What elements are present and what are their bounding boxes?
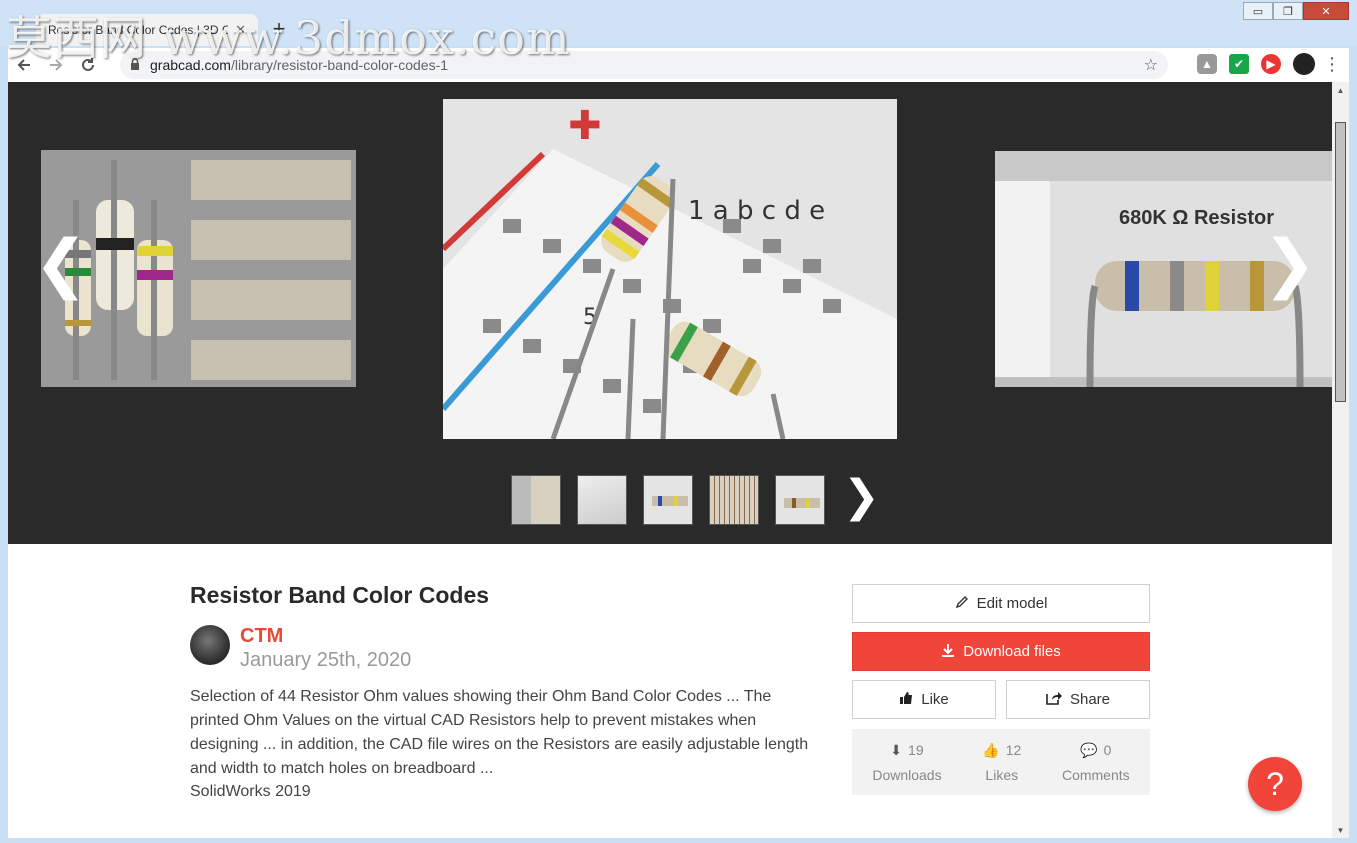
scroll-down-icon[interactable]: ▼ — [1332, 822, 1349, 838]
downloads-label: Downloads — [872, 766, 942, 783]
author-block: CTM January 25th, 2020 — [190, 625, 411, 673]
download-icon — [941, 643, 955, 661]
model-title: Resistor Band Color Codes — [190, 582, 490, 608]
tab-strip: Resistor Band Color Codes | 3D CAD Model… — [0, 0, 1357, 46]
likes-label: Likes — [985, 766, 1019, 783]
forward-button[interactable] — [40, 49, 72, 81]
download-files-label: Download files — [963, 643, 1061, 660]
page-scrollbar[interactable]: ▲ ▼ — [1332, 82, 1349, 838]
gallery-slide-current[interactable]: ✚ 1 a b c d e 5 — [443, 99, 897, 439]
profile-avatar-icon[interactable] — [1293, 53, 1315, 75]
browser-window: Resistor Band Color Codes | 3D CAD Model… — [0, 0, 1357, 843]
likes-count: 12 — [1005, 741, 1022, 758]
reload-button[interactable] — [72, 49, 104, 81]
close-window-button[interactable]: ✕ — [1303, 2, 1349, 20]
model-date: January 25th, 2020 — [240, 649, 412, 671]
author-name-link[interactable]: CTM — [240, 625, 411, 647]
stat-comments: 💬 0 Comments — [1062, 742, 1130, 783]
tab-title: Resistor Band Color Codes | 3D CAD Model… — [48, 23, 228, 37]
stat-likes: 👍 12 Likes — [982, 742, 1021, 783]
page-content: ✚ 1 a b c d e 5 680K Ω Resistor ❮ ❯ ❯ Re… — [8, 82, 1332, 838]
help-button[interactable]: ? — [1248, 757, 1302, 811]
image-gallery: ✚ 1 a b c d e 5 680K Ω Resistor ❮ ❯ ❯ — [8, 82, 1332, 544]
stat-downloads: ⬇ 19 Downloads — [872, 742, 941, 783]
thumbnails-next-button[interactable]: ❯ — [843, 475, 880, 519]
close-tab-icon[interactable]: ✕ — [235, 22, 246, 38]
model-description: Selection of 44 Resistor Ohm values show… — [190, 688, 809, 777]
extensions-area: ▲ ✔ ▶ ⋮ — [1197, 53, 1341, 75]
thumbnail-2[interactable] — [577, 475, 627, 525]
downloads-count: 19 — [908, 741, 924, 758]
thumbnail-strip — [511, 475, 825, 525]
like-button[interactable]: Like — [852, 680, 996, 719]
url-path: /library/resistor-band-color-codes-1 — [230, 57, 449, 73]
browser-menu-icon[interactable]: ⋮ — [1323, 54, 1341, 74]
comments-label: Comments — [1061, 766, 1130, 783]
back-button[interactable] — [8, 49, 40, 81]
minimize-button[interactable]: ▭ — [1243, 2, 1273, 20]
browser-toolbar: grabcad.com/library/resistor-band-color-… — [8, 48, 1349, 82]
gallery-prev-button[interactable]: ❮ — [34, 232, 88, 296]
restore-button[interactable]: ❐ — [1273, 2, 1303, 20]
check-extension-icon[interactable]: ✔ — [1229, 54, 1249, 74]
lock-icon — [130, 57, 140, 73]
reload-icon — [82, 58, 94, 71]
download-files-button[interactable]: Download files — [852, 632, 1150, 671]
thumbnail-1[interactable] — [511, 475, 561, 525]
author-avatar[interactable] — [190, 625, 230, 665]
thumbnail-5[interactable] — [775, 475, 825, 525]
address-bar[interactable]: grabcad.com/library/resistor-band-color-… — [120, 51, 1168, 79]
browser-tab[interactable]: Resistor Band Color Codes | 3D CAD Model… — [36, 14, 258, 46]
gallery-slide-previous[interactable] — [41, 150, 356, 387]
scroll-up-icon[interactable]: ▲ — [1332, 82, 1349, 98]
model-details: Resistor Band Color Codes CTM January 25… — [190, 582, 810, 800]
right-slide-caption: 680K Ω Resistor — [1119, 207, 1274, 229]
model-software: SolidWorks 2019 — [190, 783, 311, 800]
model-actions: Edit model Download files Like Share ⬇ 1… — [852, 584, 1150, 795]
thumbs-up-icon — [899, 691, 913, 709]
gallery-next-button[interactable]: ❯ — [1263, 232, 1317, 296]
pencil-icon — [955, 595, 969, 613]
share-label: Share — [1069, 691, 1111, 708]
likes-count-icon: 👍 — [982, 741, 1000, 758]
record-extension-icon[interactable]: ▶ — [1261, 54, 1281, 74]
arrow-left-icon — [17, 59, 30, 71]
share-icon — [1046, 691, 1062, 709]
thumbnail-3[interactable] — [643, 475, 693, 525]
edit-model-button[interactable]: Edit model — [852, 584, 1150, 623]
svg-text:1 a b c d e: 1 a b c d e — [688, 196, 825, 226]
like-label: Like — [921, 691, 949, 708]
edit-model-label: Edit model — [976, 595, 1048, 612]
bookmark-star-icon[interactable]: ☆ — [1144, 55, 1158, 75]
download-count-icon: ⬇ — [890, 741, 903, 758]
new-tab-button[interactable]: + — [266, 16, 292, 42]
model-stats: ⬇ 19 Downloads 👍 12 Likes 💬 0 Comments — [852, 729, 1150, 795]
window-controls: ▭ ❐ ✕ — [1243, 2, 1349, 20]
thumbnail-4[interactable] — [709, 475, 759, 525]
svg-text:✚: ✚ — [568, 103, 602, 149]
comments-count: 0 — [1103, 741, 1112, 758]
drive-extension-icon[interactable]: ▲ — [1197, 54, 1217, 74]
comment-icon: 💬 — [1080, 741, 1098, 758]
arrow-right-icon — [50, 59, 63, 71]
share-button[interactable]: Share — [1006, 680, 1150, 719]
scrollbar-thumb[interactable] — [1335, 122, 1346, 402]
url-host: grabcad.com — [150, 57, 231, 73]
